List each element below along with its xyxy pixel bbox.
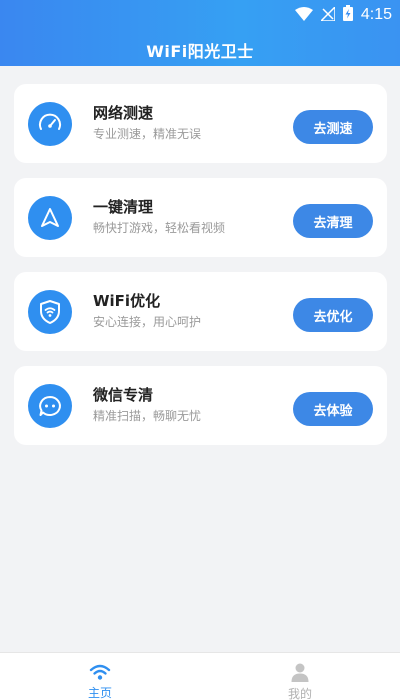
card-cleanup: 一键清理 畅快打游戏，轻松看视频 去清理 bbox=[14, 178, 387, 257]
no-signal-icon bbox=[319, 4, 336, 25]
card-wechat-clean: 微信专清 精准扫描，畅聊无忧 去体验 bbox=[14, 366, 387, 445]
bottom-nav: 主页 我的 bbox=[0, 652, 400, 700]
feature-list: 网络测速 专业测速，精准无误 去测速 一键清理 畅快打游戏，轻松看视频 去清理 … bbox=[14, 84, 387, 460]
optimize-button[interactable]: 去优化 bbox=[293, 298, 373, 332]
card-subtitle: 安心连接，用心呵护 bbox=[93, 315, 202, 329]
user-icon bbox=[290, 662, 310, 682]
status-bar: 4:15 bbox=[0, 0, 400, 30]
cleanup-button[interactable]: 去清理 bbox=[293, 204, 373, 238]
speedometer-icon bbox=[28, 102, 72, 146]
speed-test-button[interactable]: 去测速 bbox=[293, 110, 373, 144]
card-title: WiFi优化 bbox=[93, 292, 161, 310]
battery-charging-icon bbox=[342, 5, 353, 25]
card-subtitle: 精准扫描，畅聊无忧 bbox=[93, 409, 202, 423]
chat-bubble-icon bbox=[28, 384, 72, 428]
wifi-icon bbox=[89, 662, 111, 681]
card-title: 网络测速 bbox=[93, 104, 154, 122]
card-title: 一键清理 bbox=[93, 198, 154, 216]
nav-item-mine[interactable]: 我的 bbox=[200, 653, 400, 700]
wifi-signal-icon bbox=[294, 6, 313, 25]
navigation-arrow-icon bbox=[28, 196, 72, 240]
nav-label-home: 主页 bbox=[87, 686, 112, 700]
card-subtitle: 畅快打游戏，轻松看视频 bbox=[93, 221, 226, 235]
nav-label-mine: 我的 bbox=[287, 687, 312, 700]
nav-item-home[interactable]: 主页 bbox=[0, 653, 200, 700]
page-title: WiFi阳光卫士 bbox=[146, 42, 254, 61]
app-header: 4:15 WiFi阳光卫士 bbox=[0, 0, 400, 66]
card-wifi-optimize: WiFi优化 安心连接，用心呵护 去优化 bbox=[14, 272, 387, 351]
status-icons: 4:15 bbox=[294, 4, 392, 25]
card-title: 微信专清 bbox=[93, 386, 154, 404]
card-subtitle: 专业测速，精准无误 bbox=[93, 127, 202, 141]
try-wechat-clean-button[interactable]: 去体验 bbox=[293, 392, 373, 426]
status-time: 4:15 bbox=[360, 6, 392, 23]
card-speed-test: 网络测速 专业测速，精准无误 去测速 bbox=[14, 84, 387, 163]
wifi-shield-icon bbox=[28, 290, 72, 334]
